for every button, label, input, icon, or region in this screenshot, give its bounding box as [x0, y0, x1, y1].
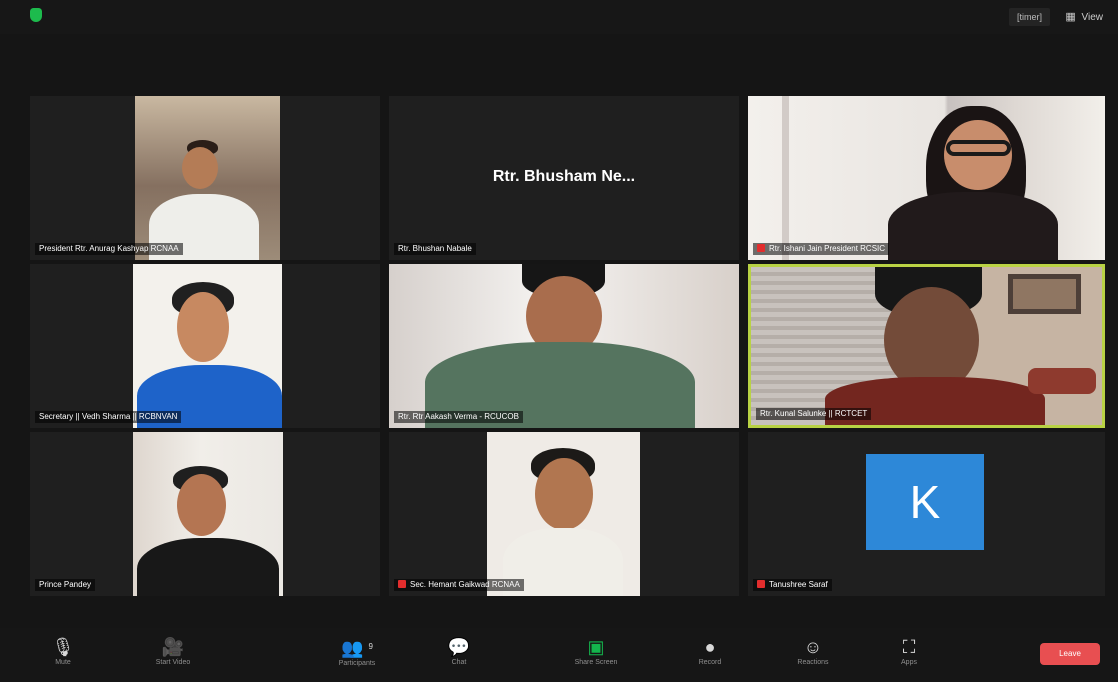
muted-microphone-icon [757, 580, 765, 588]
participant-name: Secretary || Vedh Sharma || RCBNVAN [35, 411, 182, 423]
participant-video [751, 267, 1102, 425]
participant-tile-kunal-active-speaker[interactable]: Rtr. Kunal Salunke || RCTCET [748, 264, 1105, 428]
apps-label: Apps [901, 659, 917, 666]
chat-bubble-icon: 💬 [447, 637, 471, 657]
participant-tile-tanushree[interactable]: K Tanushree Saraf [748, 432, 1105, 596]
participant-name: Prince Pandey [35, 579, 96, 591]
participant-name-text: Rtr. Ishani Jain President RCSIC [769, 244, 886, 253]
share-screen-icon: ▣ [587, 637, 605, 657]
participant-video [487, 432, 640, 596]
participant-tile-ishani[interactable]: Rtr. Ishani Jain President RCSIC [748, 96, 1105, 260]
chat-label: Chat [451, 659, 467, 666]
participant-video [135, 96, 280, 260]
participant-tile-bhushan[interactable]: Rtr. Bhusham Ne... Rtr. Bhushan Nabale [389, 96, 739, 260]
participant-avatar: K [866, 454, 984, 550]
mute-button[interactable]: 🎙 Mute [24, 636, 102, 676]
participant-video [748, 96, 1105, 260]
reactions-label: Reactions [797, 659, 829, 666]
participant-video [133, 264, 282, 428]
apps-icon: ⛶ [902, 637, 916, 657]
participants-label: Participants [338, 660, 376, 667]
participant-name: Sec. Hemant Gaikwad RCNAA [394, 579, 524, 591]
muted-microphone-icon [398, 580, 406, 588]
view-button[interactable]: ▦ View [1065, 8, 1103, 27]
participant-name: Rtr. Kunal Salunke || RCTCET [756, 408, 872, 420]
participant-tile-vedh[interactable]: Secretary || Vedh Sharma || RCBNVAN [30, 264, 380, 428]
participant-name: President Rtr. Anurag Kashyap RCNAA [35, 243, 183, 255]
participant-name-text: Sec. Hemant Gaikwad RCNAA [410, 580, 520, 589]
reaction-smile-icon: ☺ [803, 637, 823, 657]
participant-tile-aakash[interactable]: Rtr. Rtr Aakash Verma - RCUCOB [389, 264, 739, 428]
record-icon: ● [704, 637, 716, 657]
meeting-controls-toolbar: 🎙 Mute 🎥 Start Video 👥 9 Participants 💬 … [0, 628, 1118, 682]
top-bar: [timer] ▦ View [0, 0, 1118, 34]
view-label: View [1081, 12, 1104, 23]
reactions-button[interactable]: ☺ Reactions [774, 636, 852, 676]
microphone-icon: 🎙 [51, 637, 75, 657]
participant-tile-president-anurag[interactable]: President Rtr. Anurag Kashyap RCNAA [30, 96, 380, 260]
participant-tile-hemant[interactable]: Sec. Hemant Gaikwad RCNAA [389, 432, 739, 596]
participant-name: Tanushree Saraf [753, 579, 832, 591]
participant-video [389, 264, 739, 428]
participant-video [133, 432, 283, 596]
muted-microphone-icon [757, 244, 765, 252]
participant-name: Rtr. Bhushan Nabale [394, 243, 476, 255]
chat-button[interactable]: 💬 Chat [420, 636, 498, 676]
participant-display-name: Rtr. Bhusham Ne... [492, 168, 636, 185]
mute-label: Mute [55, 659, 71, 666]
meeting-timer: [timer] [1008, 8, 1050, 26]
participants-button[interactable]: 👥 9 Participants [318, 636, 396, 676]
security-shield-icon[interactable] [30, 8, 42, 22]
participants-icon: 👥 9 [341, 638, 373, 658]
start-video-label: Start Video [155, 659, 191, 666]
participant-name: Rtr. Rtr Aakash Verma - RCUCOB [394, 411, 523, 423]
participant-tile-prince[interactable]: Prince Pandey [30, 432, 380, 596]
record-button[interactable]: ● Record [671, 636, 749, 676]
start-video-button[interactable]: 🎥 Start Video [134, 636, 212, 676]
leave-button[interactable]: Leave [1040, 643, 1100, 665]
share-screen-label: Share Screen [574, 659, 618, 666]
record-label: Record [698, 659, 722, 666]
apps-button[interactable]: ⛶ Apps [870, 636, 948, 676]
video-grid: President Rtr. Anurag Kashyap RCNAA Rtr.… [30, 96, 1105, 596]
participant-name-text: Tanushree Saraf [769, 580, 828, 589]
participant-name: Rtr. Ishani Jain President RCSIC [753, 243, 890, 255]
grid-view-icon: ▦ [1065, 11, 1076, 23]
video-camera-icon: 🎥 [161, 637, 185, 657]
participants-count: 9 [368, 642, 373, 651]
share-screen-button[interactable]: ▣ Share Screen [557, 636, 635, 676]
zoom-meeting-window: [timer] ▦ View President Rtr. Anurag Kas… [0, 0, 1118, 682]
